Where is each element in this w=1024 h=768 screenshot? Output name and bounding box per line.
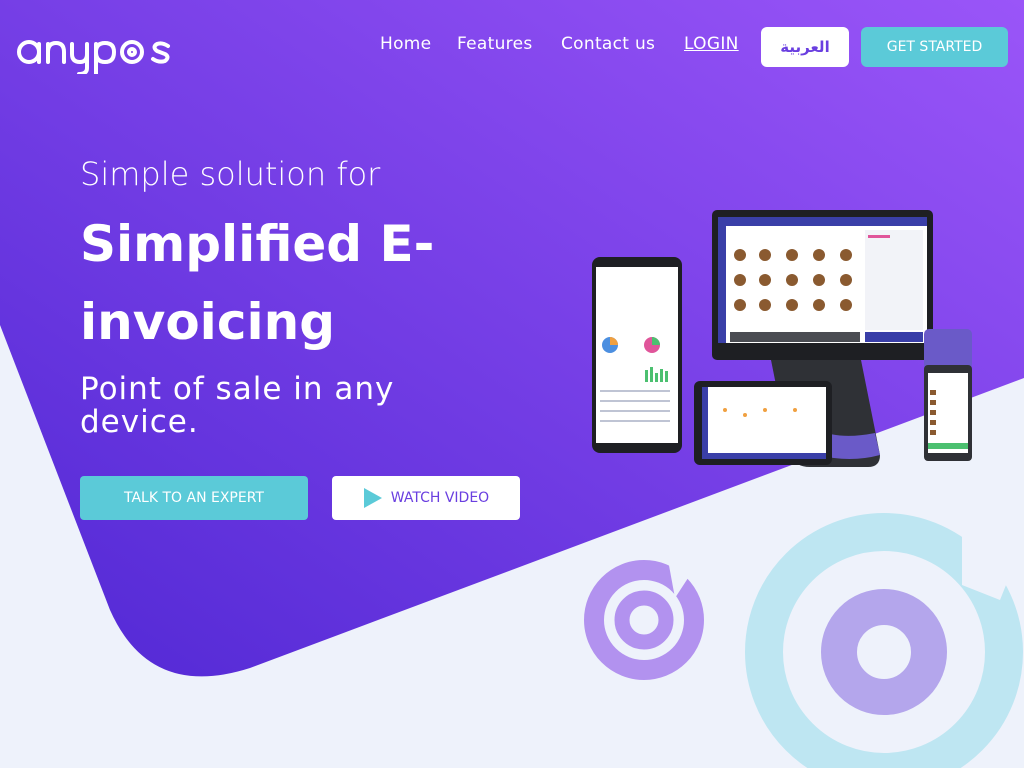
pos-devices-illustration xyxy=(592,210,972,467)
play-icon xyxy=(363,488,382,508)
nav-features-link[interactable]: Features xyxy=(457,34,533,54)
hero-pre-title: Simple solution for xyxy=(80,155,381,193)
talk-to-expert-label: TALK TO AN EXPERT xyxy=(124,490,264,506)
hero-title: Simplified E-invoicing xyxy=(80,215,435,351)
watch-video-label: WATCH VIDEO xyxy=(390,490,490,506)
small-target-icon xyxy=(584,560,704,680)
nav-home-link[interactable]: Home xyxy=(380,34,431,54)
talk-to-expert-button[interactable]: TALK TO AN EXPERT xyxy=(80,476,308,520)
pos-terminal-monitor xyxy=(712,210,933,360)
large-target-icon xyxy=(745,513,1024,768)
top-navigation: Home Features Contact us LOGIN العربية G… xyxy=(0,0,1024,90)
phone-device xyxy=(592,257,682,453)
tablet-device xyxy=(694,381,832,465)
nav-contact-link[interactable]: Contact us xyxy=(561,34,655,54)
arabic-language-button[interactable]: العربية xyxy=(761,27,849,67)
nav-login-link[interactable]: LOGIN xyxy=(684,34,739,54)
handheld-pos-device xyxy=(924,329,972,461)
hero-subtitle: Point of sale in any device. xyxy=(80,371,395,440)
get-started-button[interactable]: GET STARTED xyxy=(861,27,1008,67)
watch-video-button[interactable]: WATCH VIDEO xyxy=(332,476,520,520)
